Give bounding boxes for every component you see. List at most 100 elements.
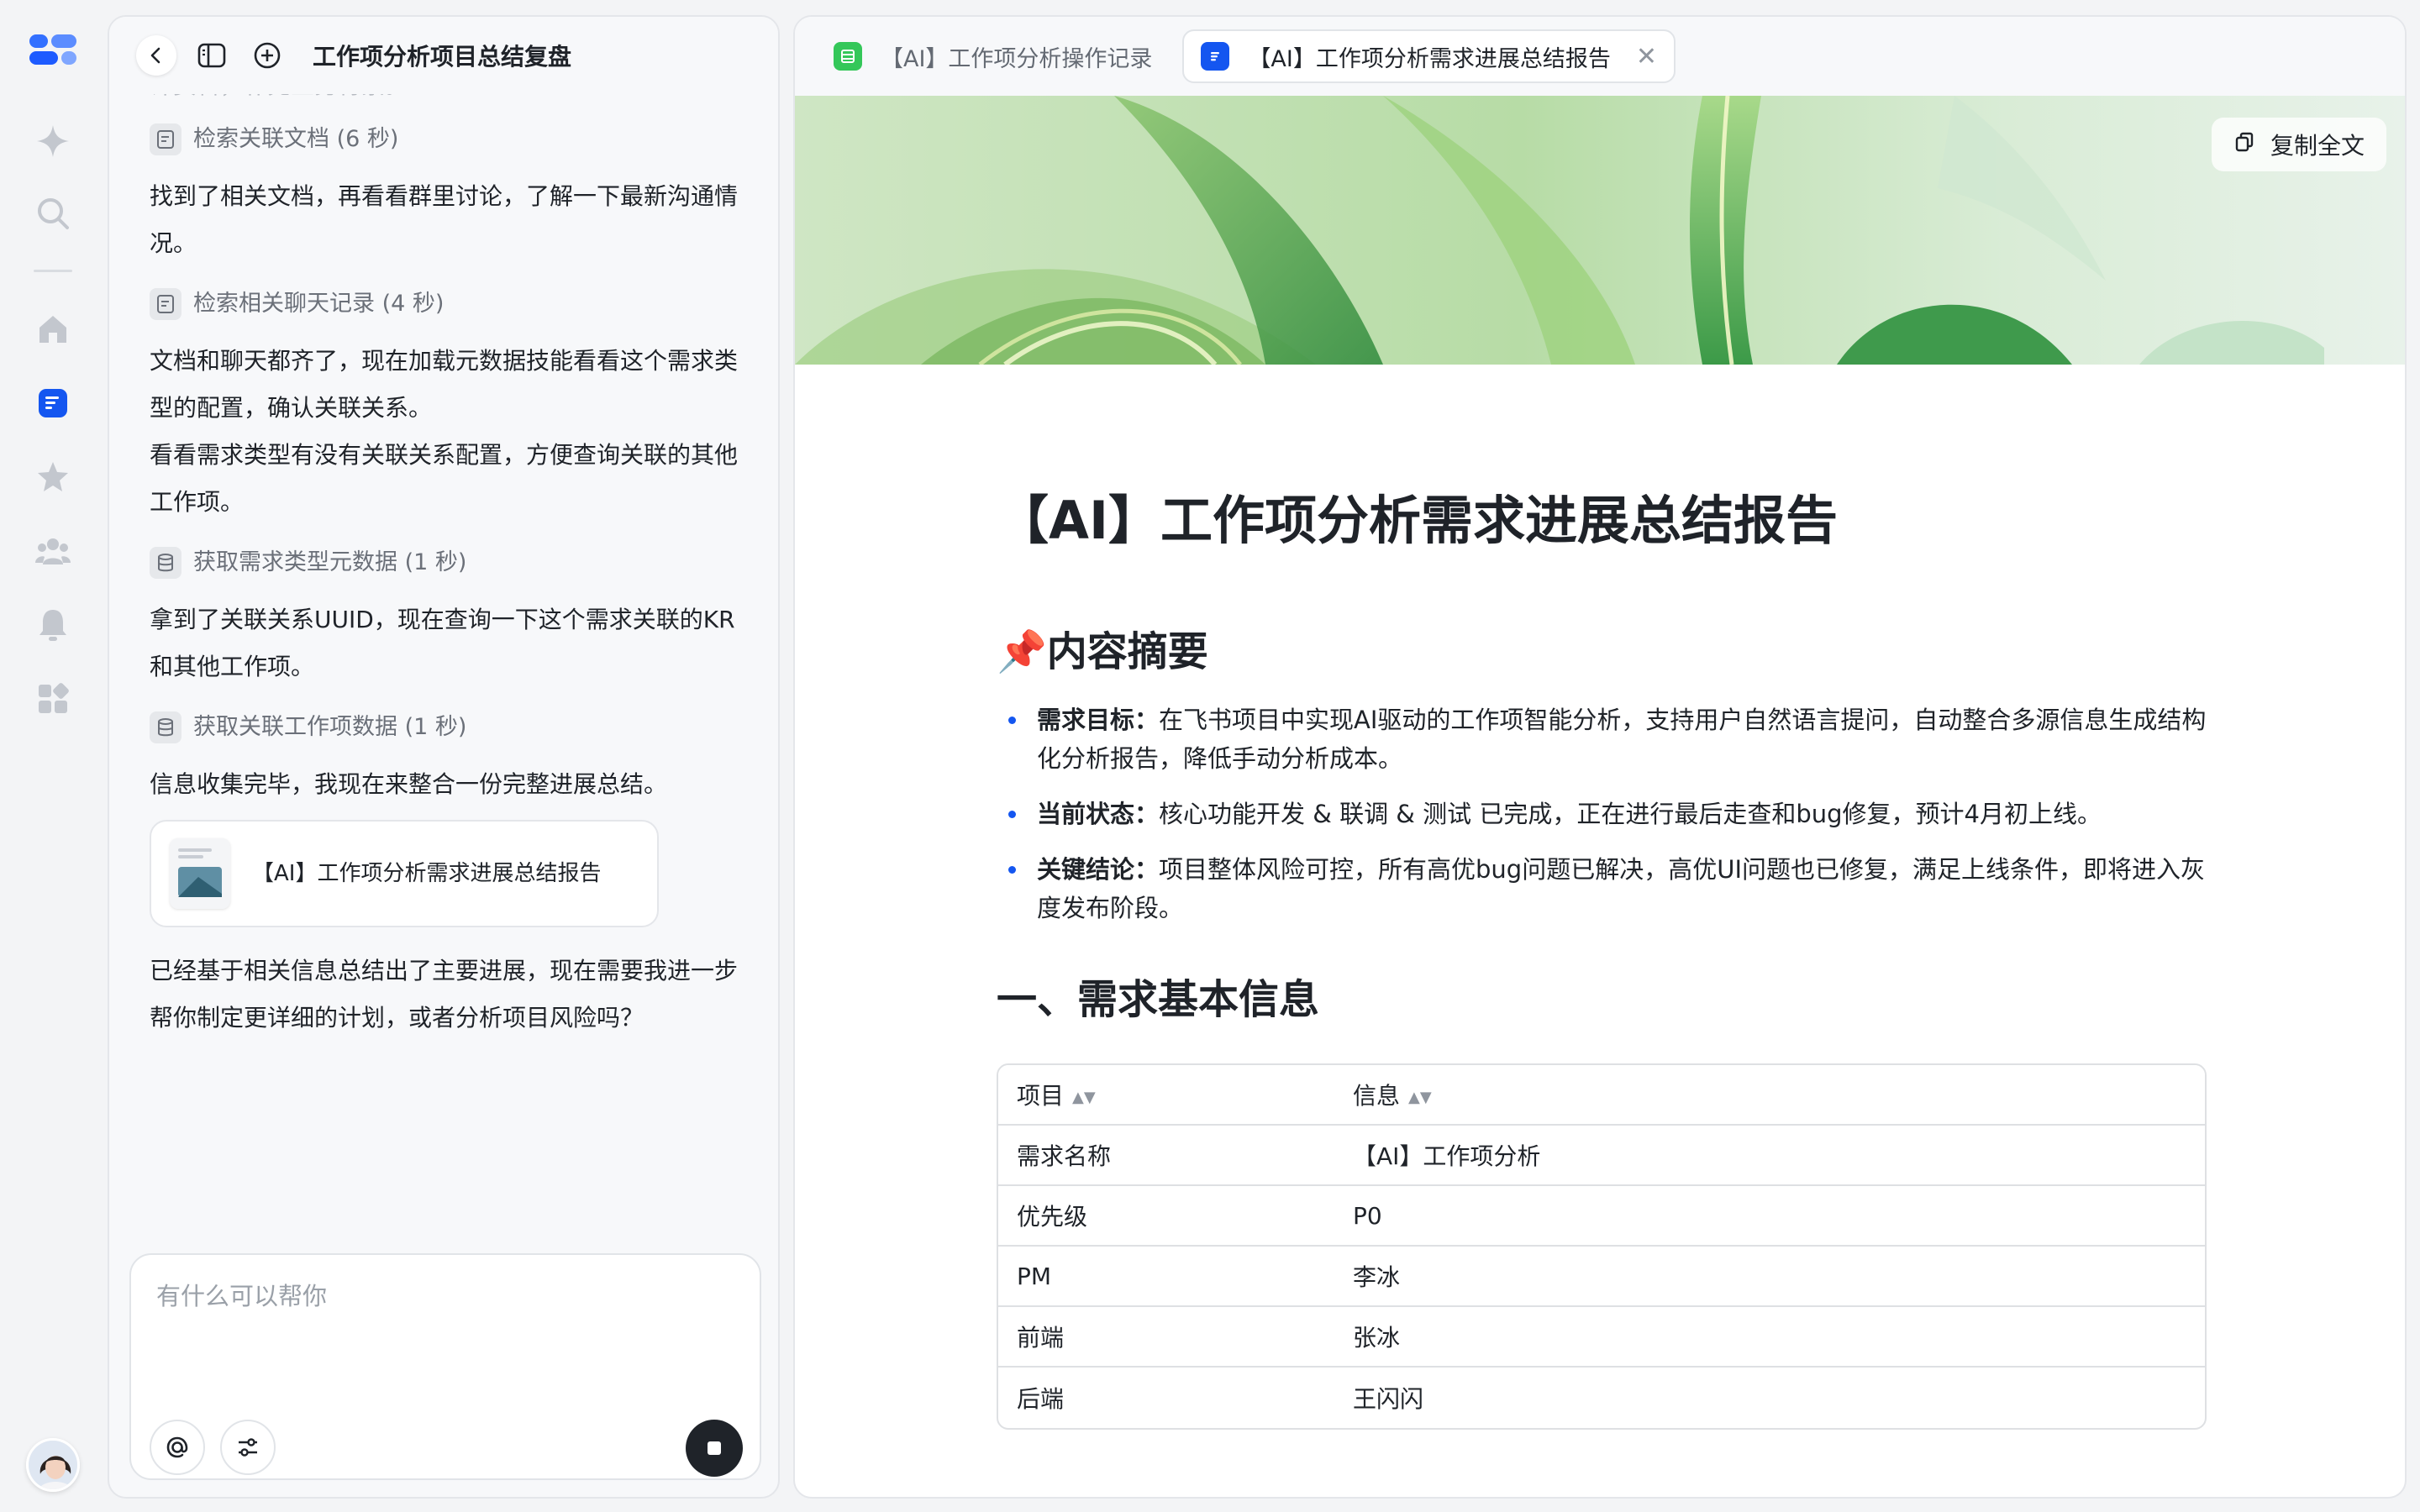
doc-body: 【AI】工作项分析需求进展总结报告 📌内容摘要 需求目标：在飞书项目中实现AI驱… — [997, 365, 2207, 1430]
table-row: PM 李冰 — [998, 1247, 2205, 1307]
table-row: 前端 张冰 — [998, 1307, 2205, 1368]
summary-heading: 📌内容摘要 — [997, 628, 1208, 675]
report-doc-card[interactable]: 【AI】工作项分析需求进展总结报告 — [150, 820, 659, 927]
sort-icon[interactable]: ▲▼ — [1072, 1089, 1096, 1106]
tab-progress-report[interactable]: 【AI】工作项分析需求进展总结报告 ✕ — [1182, 29, 1676, 83]
database-icon — [150, 547, 182, 579]
bell-icon[interactable] — [28, 600, 78, 650]
summary-item-text: 核心功能开发 & 联调 & 测试 已完成，正在进行最后走查和bug修复，预计4月… — [1159, 800, 2102, 828]
doc-icon — [150, 123, 182, 155]
sliders-icon — [239, 1438, 257, 1457]
search-icon[interactable] — [28, 188, 78, 239]
table-row: 需求名称 【AI】工作项分析 — [998, 1126, 2205, 1186]
stop-generation-button[interactable] — [686, 1420, 743, 1477]
table-cell: 【AI】工作项分析 — [1334, 1126, 2205, 1186]
doc-icon — [150, 288, 182, 320]
doc-cover-image: 复制全文 — [795, 96, 2405, 365]
sort-icon[interactable]: ▲▼ — [1408, 1089, 1432, 1106]
team-icon[interactable] — [28, 526, 78, 576]
stop-icon — [708, 1441, 721, 1455]
tool-step[interactable]: 获取关联工作项数据 (1 秒) — [150, 697, 755, 758]
doc-thumbnail-icon — [170, 838, 230, 909]
apps-icon[interactable] — [28, 674, 78, 724]
summary-item-text: 项目整体风险可控，所有高优bug问题已解决，高优UI问题也已修复，满足上线条件，… — [1037, 855, 2205, 922]
copy-all-button[interactable]: 复制全文 — [2211, 118, 2386, 171]
plus-circle-icon — [254, 42, 281, 69]
summary-item-label: 需求目标： — [1037, 706, 1160, 734]
table-header-cell[interactable]: 信息 ▲▼ — [1334, 1065, 2205, 1126]
table-row: 优先级 P0 — [998, 1186, 2205, 1247]
sparkle-icon[interactable] — [28, 116, 78, 166]
document-panel: 【AI】工作项分析操作记录 【AI】工作项分析需求进展总结报告 ✕ 复制全文 【… — [793, 15, 2407, 1499]
chat-messages: 计资料，补充业务背景。 检索关联文档 (6 秒) 找到了相关文档，再看看群里讨论… — [150, 67, 755, 1042]
summary-list: 需求目标：在飞书项目中实现AI驱动的工作项智能分析，支持用户自然语言提问，自动整… — [997, 701, 2207, 927]
table-cell: 前端 — [998, 1307, 1334, 1368]
assistant-message: 信息收集完毕，我现在来整合一份完整进展总结。 — [150, 770, 668, 798]
doc-card-title: 【AI】工作项分析需求进展总结报告 — [252, 861, 602, 886]
table-header-row: 项目 ▲▼ 信息 ▲▼ — [998, 1065, 2205, 1126]
table-cell: PM — [998, 1247, 1334, 1307]
column-header-label: 项目 — [1017, 1082, 1065, 1110]
table-cell: 后端 — [1017, 1385, 1065, 1413]
table-cell: 张冰 — [1334, 1307, 2205, 1368]
assistant-message: 看看需求类型有没有关联关系配置，方便查询关联的其他工作项。 — [150, 441, 739, 516]
database-icon — [150, 711, 182, 743]
sidebar-icon — [197, 43, 226, 68]
tool-step[interactable]: 检索关联文档 (6 秒) — [150, 109, 755, 170]
tab-label: 【AI】工作项分析操作记录 — [881, 45, 1153, 72]
close-icon[interactable]: ✕ — [1636, 42, 1657, 71]
tool-step[interactable]: 获取需求类型元数据 (1 秒) — [150, 533, 755, 593]
copy-icon — [2233, 131, 2255, 159]
tool-step-label: 检索关联文档 (6 秒) — [193, 126, 399, 152]
summary-item: 关键结论：项目整体风险可控，所有高优bug问题已解决，高优UI问题也已修复，满足… — [997, 850, 2207, 927]
settings-button[interactable] — [220, 1420, 276, 1475]
rail-divider — [34, 270, 72, 272]
tool-step-label: 检索相关聊天记录 (4 秒) — [193, 291, 445, 317]
summary-item-label: 当前状态： — [1037, 800, 1160, 828]
summary-item: 需求目标：在飞书项目中实现AI驱动的工作项智能分析，支持用户自然语言提问，自动整… — [997, 701, 2207, 778]
doc-title: 【AI】工作项分析需求进展总结报告 — [997, 490, 1839, 551]
chat-header: 工作项分析项目总结复盘 — [109, 17, 778, 94]
table-header-cell[interactable]: 项目 ▲▼ — [998, 1065, 1334, 1126]
table-cell: 李冰 — [1334, 1247, 2205, 1307]
tool-step[interactable]: 检索相关聊天记录 (4 秒) — [150, 274, 755, 334]
new-chat-button[interactable] — [247, 35, 287, 76]
mention-button[interactable] — [150, 1420, 205, 1475]
copy-all-label: 复制全文 — [2270, 132, 2365, 160]
composer-input[interactable]: 有什么可以帮你 — [156, 1277, 327, 1312]
summary-item: 当前状态：核心功能开发 & 联调 & 测试 已完成，正在进行最后走查和bug修复… — [997, 795, 2207, 833]
assistant-message: 文档和聊天都齐了，现在加载元数据技能看看这个需求类型的配置，确认关联关系。 — [150, 347, 739, 422]
app-logo-icon[interactable] — [28, 25, 78, 76]
chevron-left-icon — [150, 47, 160, 64]
summary-item-label: 关键结论： — [1037, 855, 1160, 884]
left-rail — [0, 0, 106, 1512]
requirement-info-table: 项目 ▲▼ 信息 ▲▼ 需求名称 【AI】工作项分析 优先级 P0 PM 李冰 — [997, 1063, 2207, 1430]
sheet-icon — [834, 42, 862, 71]
toggle-sidebar-button[interactable] — [192, 35, 232, 76]
tool-step-label: 获取关联工作项数据 (1 秒) — [193, 714, 467, 740]
at-sign-icon — [166, 1436, 188, 1458]
assistant-message: 拿到了关联关系UUID，现在查询一下这个需求关联的KR和其他工作项。 — [150, 606, 735, 680]
user-avatar[interactable] — [26, 1438, 80, 1492]
section-heading: 一、需求基本信息 — [997, 976, 1320, 1023]
assistant-message: 找到了相关文档，再看看群里讨论，了解一下最新沟通情况。 — [150, 182, 739, 257]
summary-item-text: 在飞书项目中实现AI驱动的工作项智能分析，支持用户自然语言提问，自动整合多源信息… — [1037, 706, 2207, 773]
docs-icon[interactable] — [28, 378, 78, 428]
chat-composer[interactable]: 有什么可以帮你 — [129, 1253, 761, 1480]
table-cell: 优先级 — [998, 1186, 1334, 1247]
chat-panel: 工作项分析项目总结复盘 计资料，补充业务背景。 检索关联文档 (6 秒) 找到了… — [108, 15, 780, 1499]
chat-title: 工作项分析项目总结复盘 — [313, 43, 572, 71]
assistant-message: 已经基于相关信息总结出了主要进展，现在需要我进一步帮你制定更详细的计划，或者分析… — [150, 957, 739, 1032]
home-icon[interactable] — [28, 304, 78, 354]
table-cell: P0 — [1334, 1186, 2205, 1247]
star-icon[interactable] — [28, 452, 78, 502]
tab-label: 【AI】工作项分析需求进展总结报告 — [1248, 45, 1611, 72]
doc-tab-bar: 【AI】工作项分析操作记录 【AI】工作项分析需求进展总结报告 ✕ — [795, 17, 2405, 96]
tool-step-label: 获取需求类型元数据 (1 秒) — [193, 549, 467, 575]
table-cell: 王闪闪 — [1353, 1385, 1424, 1413]
table-cell: 需求名称 — [998, 1126, 1334, 1186]
doc-icon — [1201, 42, 1230, 71]
back-button[interactable] — [136, 35, 176, 76]
tab-operation-log[interactable]: 【AI】工作项分析操作记录 — [817, 29, 1169, 83]
table-row: 后端 王闪闪 — [998, 1368, 2205, 1428]
